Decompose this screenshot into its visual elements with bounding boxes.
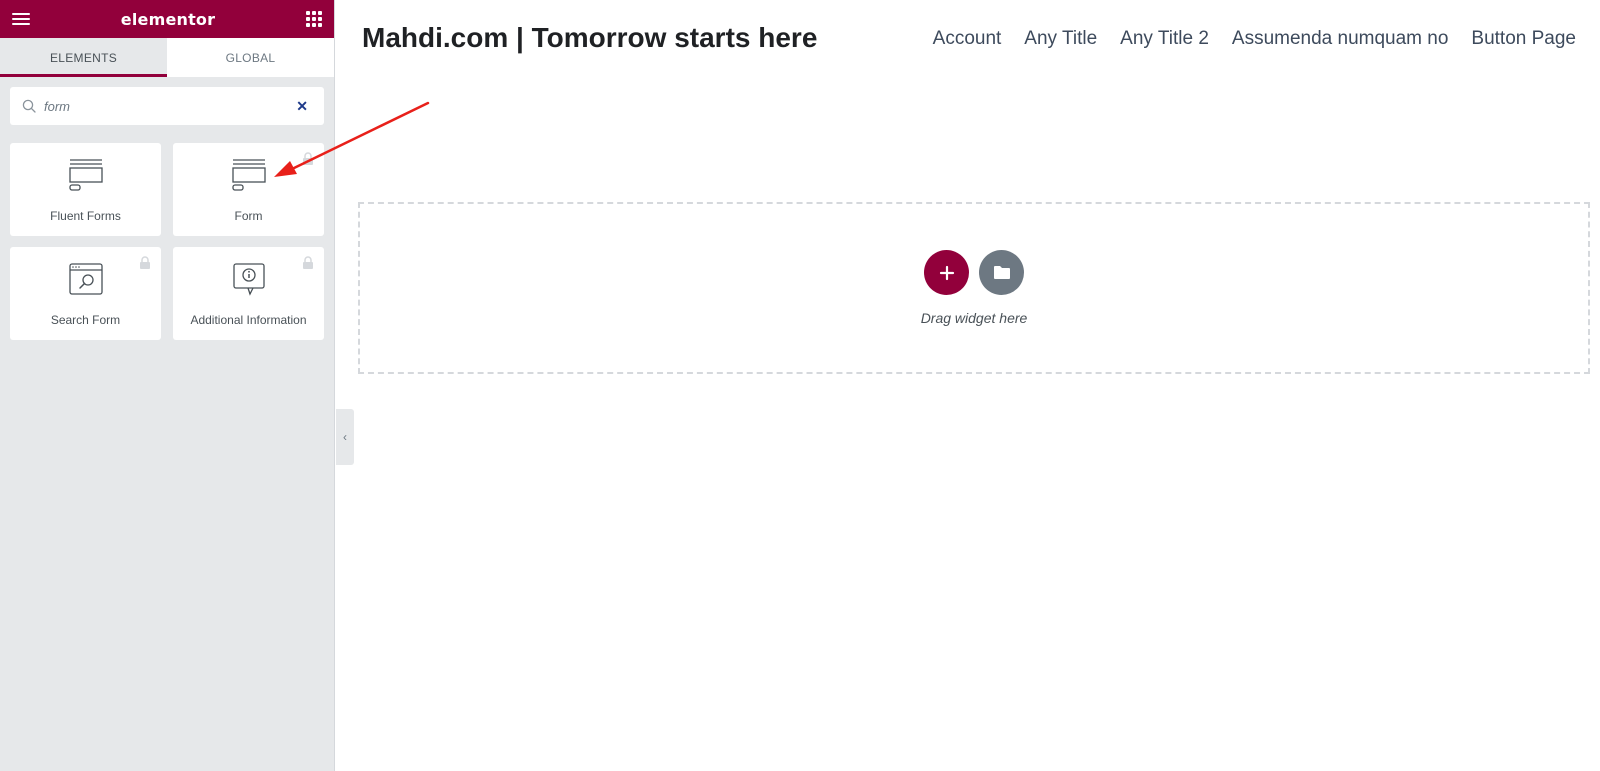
- nav-item-assumenda[interactable]: Assumenda numquam no: [1232, 28, 1449, 50]
- widget-label: Search Form: [50, 313, 121, 327]
- form-widget-icon: [231, 157, 267, 193]
- widgets-grid-icon[interactable]: [306, 11, 322, 27]
- search-icon: [22, 99, 36, 113]
- nav-item-button-page[interactable]: Button Page: [1471, 28, 1576, 50]
- dropzone-label: Drag widget here: [920, 310, 1028, 326]
- empty-section-dropzone[interactable]: Drag widget here: [358, 202, 1590, 374]
- panel-header: elementor: [0, 0, 334, 38]
- collapse-panel-button[interactable]: ‹: [336, 409, 354, 465]
- widget-label: Additional Information: [190, 313, 307, 327]
- nav-item-any-title-2[interactable]: Any Title 2: [1120, 28, 1209, 50]
- nav-item-account[interactable]: Account: [933, 28, 1002, 50]
- plus-icon: [939, 265, 954, 280]
- elementor-logo: elementor: [120, 9, 216, 29]
- dropzone-buttons: [924, 250, 1024, 295]
- annotation-arrow: [274, 101, 430, 177]
- lock-icon: [303, 256, 313, 269]
- panel-tabs: ELEMENTS GLOBAL: [0, 38, 334, 77]
- widget-search-form[interactable]: Search Form: [10, 247, 161, 340]
- widget-label: Fluent Forms: [50, 209, 121, 223]
- folder-icon: [993, 266, 1010, 279]
- widget-additional-information[interactable]: Additional Information: [173, 247, 324, 340]
- nav-item-any-title[interactable]: Any Title: [1024, 28, 1097, 50]
- menu-icon[interactable]: [12, 12, 30, 26]
- search-input[interactable]: [44, 98, 293, 114]
- widget-label: Form: [234, 209, 263, 223]
- search-form-widget-icon: [68, 261, 104, 297]
- tab-global[interactable]: GLOBAL: [167, 38, 334, 77]
- lock-icon: [140, 256, 150, 269]
- tab-elements[interactable]: ELEMENTS: [0, 38, 167, 77]
- add-template-button[interactable]: [979, 250, 1024, 295]
- chevron-left-icon: ‹: [343, 430, 347, 444]
- site-title: Mahdi.com | Tomorrow starts here: [362, 22, 818, 53]
- info-widget-icon: [231, 261, 267, 297]
- site-nav: Account Any Title Any Title 2 Assumenda …: [933, 28, 1576, 50]
- widget-fluent-forms[interactable]: Fluent Forms: [10, 143, 161, 236]
- form-widget-icon: [68, 157, 104, 193]
- add-section-button[interactable]: [924, 250, 969, 295]
